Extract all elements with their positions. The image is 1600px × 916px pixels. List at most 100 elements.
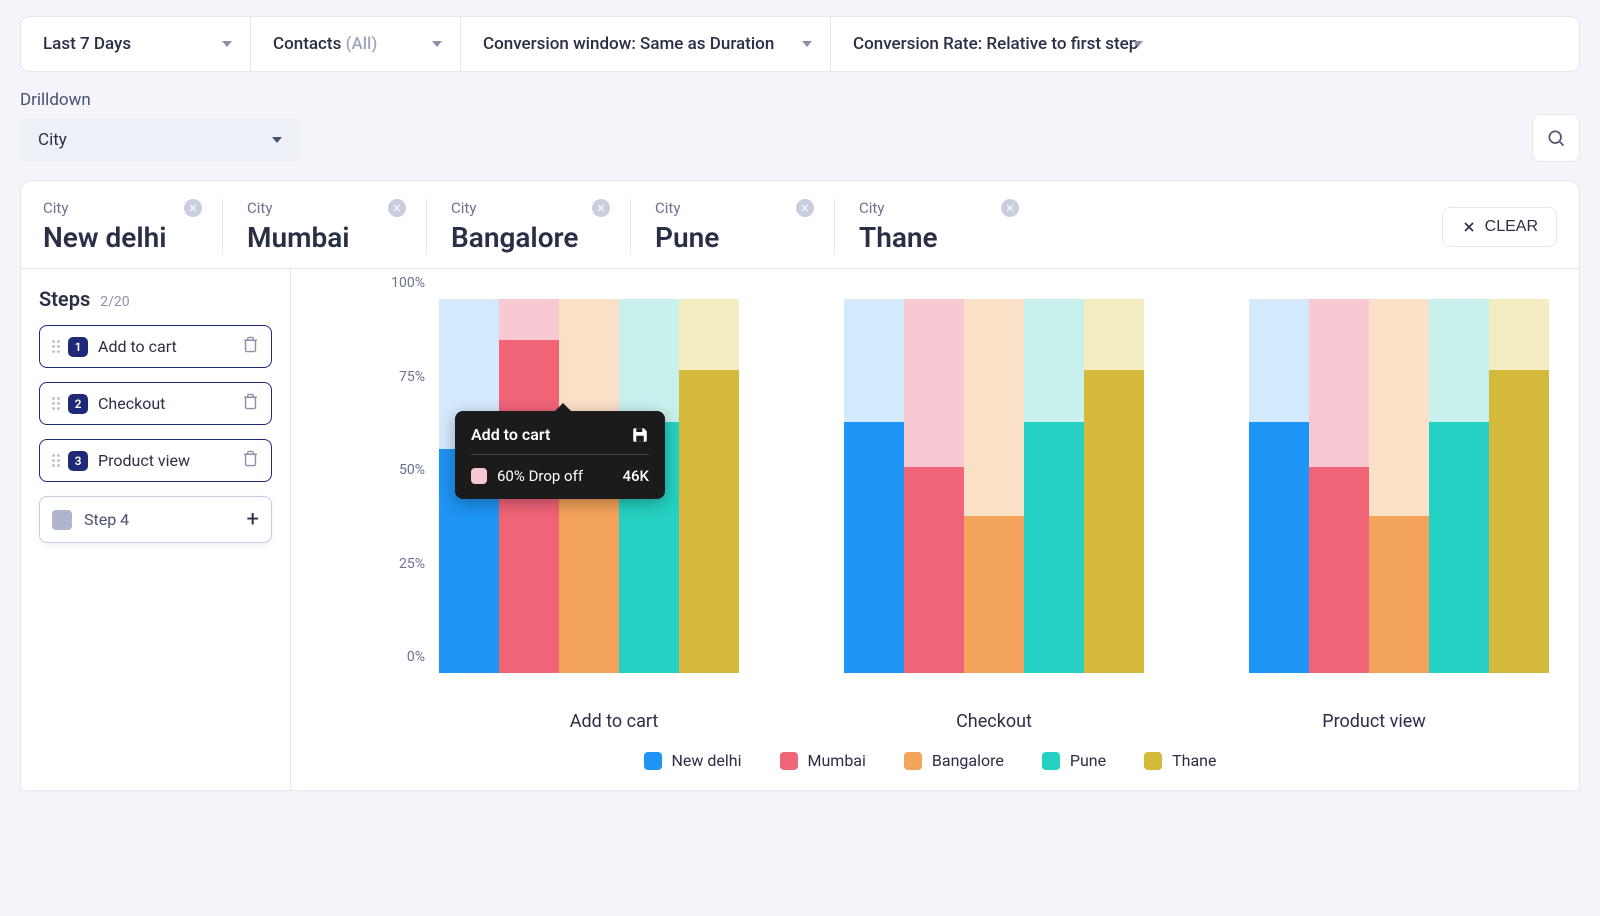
chevron-down-icon (432, 41, 442, 47)
chip-label: City (655, 199, 806, 217)
bar[interactable] (1024, 299, 1084, 673)
filter-conversion-rate[interactable]: Conversion Rate: Relative to first step (831, 17, 1161, 71)
bar[interactable] (1429, 299, 1489, 673)
chip-close-icon[interactable]: ✕ (184, 199, 202, 217)
drag-handle-icon[interactable] (52, 340, 60, 353)
drag-handle-icon[interactable] (52, 454, 60, 467)
bar-dropoff (679, 299, 739, 370)
legend-item[interactable]: Bangalore (904, 751, 1004, 770)
chart-tooltip: Add to cart 60% Drop off 46K (455, 411, 665, 499)
y-tick-label: 0% (407, 649, 425, 665)
drilldown-value: City (38, 130, 67, 150)
drag-handle-icon[interactable] (52, 397, 60, 410)
chip-close-icon[interactable]: ✕ (1001, 199, 1019, 217)
add-step-label: Step 4 (84, 510, 129, 529)
y-axis: 0%25%50%75%100% (375, 299, 439, 673)
chip-value: Bangalore (451, 221, 602, 254)
bar-value (1024, 422, 1084, 673)
bar[interactable] (1369, 299, 1429, 673)
delete-step-button[interactable] (242, 450, 259, 471)
bar[interactable] (679, 299, 739, 673)
legend-item[interactable]: Thane (1144, 751, 1216, 770)
legend-swatch (1144, 752, 1162, 770)
bar-dropoff (1429, 299, 1489, 422)
legend-swatch (780, 752, 798, 770)
bar[interactable] (1489, 299, 1549, 673)
chart-legend: New delhi Mumbai Bangalore Pune Thane (311, 751, 1549, 770)
bar-value (1309, 467, 1369, 673)
filter-chip: City New delhi ✕ (43, 199, 223, 254)
chip-close-icon[interactable]: ✕ (388, 199, 406, 217)
close-icon (1461, 219, 1477, 235)
filter-conversion-window[interactable]: Conversion window: Same as Duration (461, 17, 831, 71)
x-tick-label: Add to cart (439, 693, 789, 739)
bar-dropoff (1084, 299, 1144, 370)
step-item[interactable]: 3 Product view (39, 439, 272, 482)
bar[interactable] (1084, 299, 1144, 673)
bar[interactable] (1309, 299, 1369, 673)
bar[interactable] (844, 299, 904, 673)
bar[interactable] (1249, 299, 1309, 673)
clear-button[interactable]: CLEAR (1442, 207, 1557, 247)
chip-value: Pune (655, 221, 806, 254)
bar-dropoff (1369, 299, 1429, 516)
legend-item[interactable]: Pune (1042, 751, 1106, 770)
search-button[interactable] (1532, 114, 1580, 162)
step-item[interactable]: 2 Checkout (39, 382, 272, 425)
legend-swatch (644, 752, 662, 770)
chart-area: 0%25%50%75%100% Add to cartCheckoutProdu… (291, 269, 1579, 790)
chevron-down-icon (1133, 41, 1143, 47)
tooltip-swatch (471, 468, 487, 484)
legend-label: Bangalore (932, 751, 1004, 770)
legend-label: Pune (1070, 751, 1106, 770)
bar[interactable] (904, 299, 964, 673)
legend-label: New delhi (672, 751, 742, 770)
delete-step-button[interactable] (242, 393, 259, 414)
chips-row: City New delhi ✕City Mumbai ✕City Bangal… (21, 181, 1579, 269)
step-label: Add to cart (98, 337, 177, 356)
chip-label: City (451, 199, 602, 217)
legend-item[interactable]: Mumbai (780, 751, 866, 770)
filter-date[interactable]: Last 7 Days (21, 17, 251, 71)
step-number: 2 (68, 394, 88, 414)
chevron-down-icon (272, 137, 282, 143)
bar-dropoff (844, 299, 904, 422)
chip-label: City (247, 199, 398, 217)
bar-value (1084, 370, 1144, 673)
chip-value: Thane (859, 221, 1011, 254)
chip-close-icon[interactable]: ✕ (796, 199, 814, 217)
tooltip-value: 46K (622, 467, 649, 485)
filter-contacts-label: Contacts (All) (273, 34, 377, 54)
legend-item[interactable]: New delhi (644, 751, 742, 770)
bar-dropoff (1489, 299, 1549, 370)
save-icon[interactable] (631, 426, 649, 444)
steps-count: 2/20 (100, 294, 129, 310)
chevron-down-icon (222, 41, 232, 47)
tooltip-title: Add to cart (471, 425, 550, 444)
chip-label: City (859, 199, 1011, 217)
chevron-down-icon (802, 41, 812, 47)
trash-icon (242, 450, 259, 467)
bar-value (844, 422, 904, 673)
step-item[interactable]: 1 Add to cart (39, 325, 272, 368)
drilldown-select[interactable]: City (20, 118, 300, 162)
tooltip-dropoff: 60% Drop off (497, 467, 583, 485)
step-label: Checkout (98, 394, 165, 413)
bar-dropoff (964, 299, 1024, 516)
steps-title: Steps (39, 287, 90, 311)
filter-contacts[interactable]: Contacts (All) (251, 17, 461, 71)
chip-close-icon[interactable]: ✕ (592, 199, 610, 217)
filter-conversion-window-label: Conversion window: Same as Duration (483, 34, 774, 54)
x-tick-label: Product view (1199, 693, 1549, 739)
step-number: 3 (68, 451, 88, 471)
bar-value (904, 467, 964, 673)
bar[interactable] (964, 299, 1024, 673)
add-step-button[interactable]: Step 4 + (39, 496, 272, 543)
bar-group (844, 299, 1144, 673)
step-label: Product view (98, 451, 190, 470)
legend-swatch (904, 752, 922, 770)
plus-icon: + (247, 507, 259, 532)
bar-dropoff (1309, 299, 1369, 467)
legend-swatch (1042, 752, 1060, 770)
delete-step-button[interactable] (242, 336, 259, 357)
